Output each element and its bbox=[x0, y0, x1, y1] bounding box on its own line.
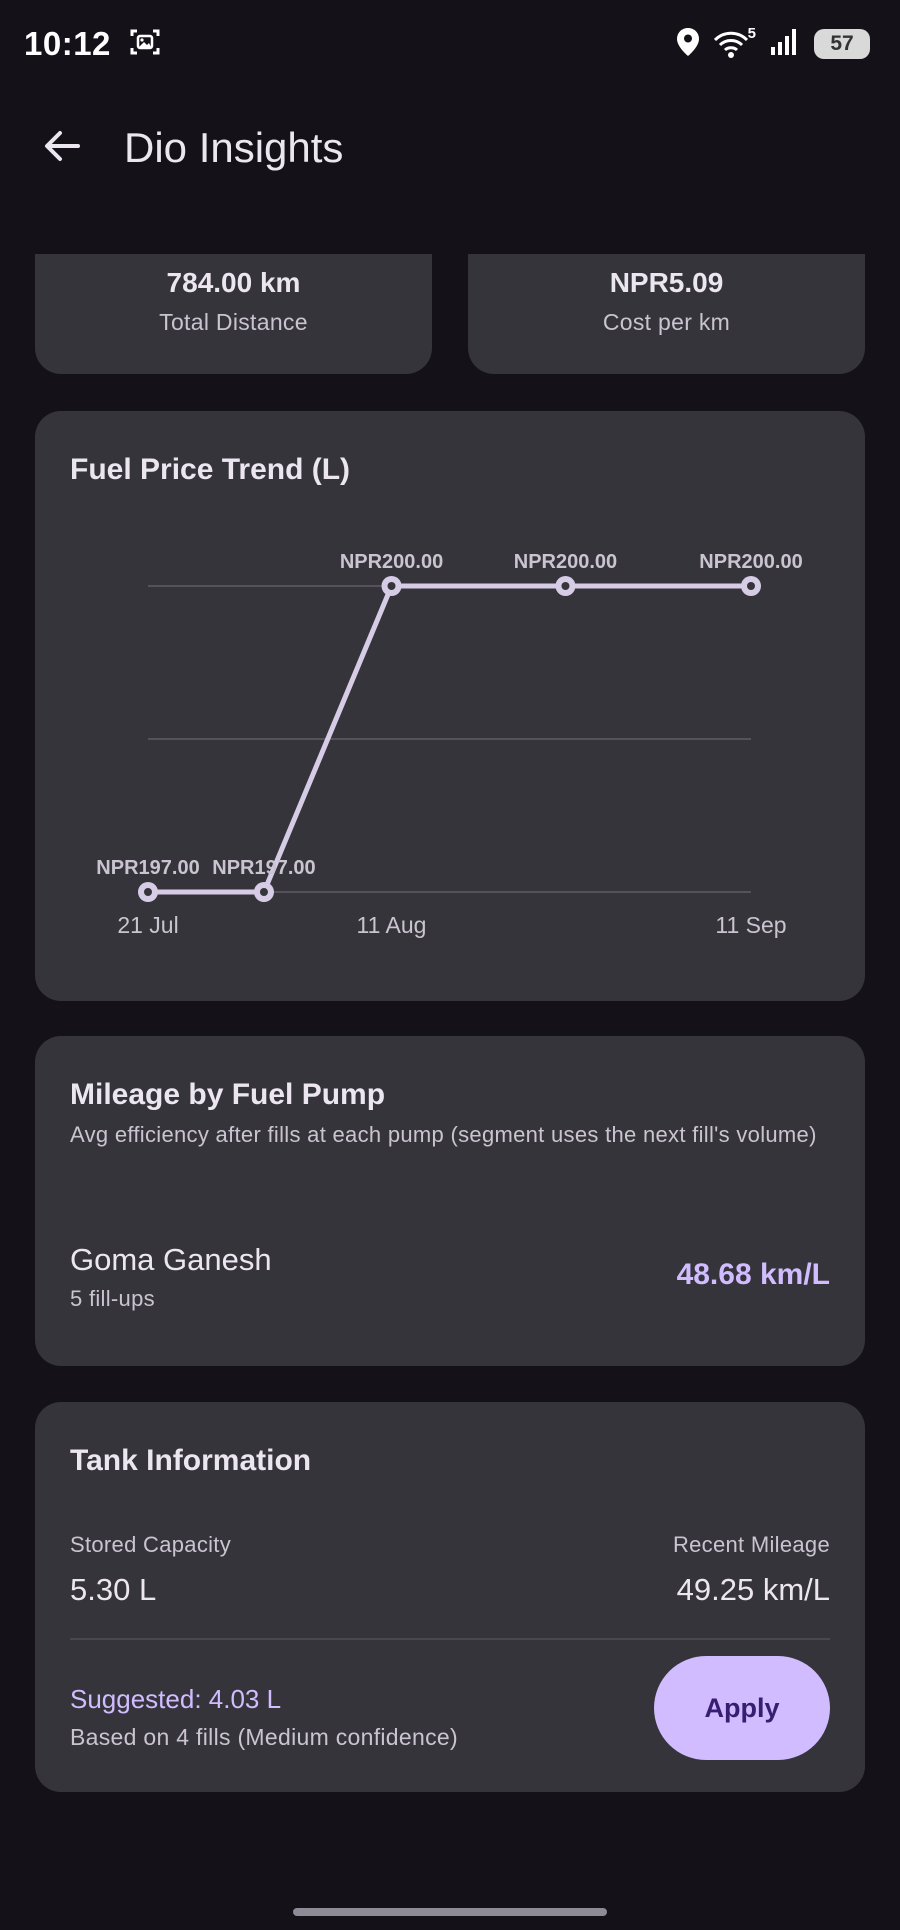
stored-capacity-value: 5.30 L bbox=[70, 1572, 157, 1607]
pump-name: Goma Ganesh bbox=[70, 1242, 272, 1277]
home-indicator[interactable] bbox=[293, 1908, 607, 1916]
app-bar: Dio Insights bbox=[0, 104, 900, 192]
mileage-by-pump-card: Mileage by Fuel Pump Avg efficiency afte… bbox=[35, 1036, 865, 1366]
cost-per-km-card: NPR5.09 Cost per km bbox=[468, 254, 865, 374]
battery-icon: 57 bbox=[814, 29, 870, 59]
status-bar: 10:12 5 57 bbox=[0, 0, 900, 88]
data-point-center bbox=[561, 582, 570, 590]
x-tick-label: 11 Aug bbox=[357, 912, 427, 938]
data-point-center bbox=[144, 888, 152, 896]
status-right: 5 57 bbox=[676, 25, 870, 62]
pump-fill-count: 5 fill-ups bbox=[70, 1286, 155, 1311]
back-button[interactable] bbox=[22, 108, 102, 188]
arrow-back-icon bbox=[42, 126, 82, 171]
suggestion-basis: Based on 4 fills (Medium confidence) bbox=[70, 1724, 458, 1750]
x-tick-label: 11 Sep bbox=[715, 912, 786, 938]
wifi-badge: 5 bbox=[747, 25, 756, 42]
data-point-center bbox=[747, 582, 755, 590]
recent-mileage-value: 49.25 km/L bbox=[676, 1572, 830, 1607]
data-label: NPR200.00 bbox=[340, 551, 443, 573]
status-left: 10:12 bbox=[24, 25, 161, 63]
insights-scroll-area[interactable]: 784.00 km Total Distance NPR5.09 Cost pe… bbox=[0, 254, 900, 1894]
stat-label: Total Distance bbox=[159, 309, 308, 335]
apply-button[interactable]: Apply bbox=[654, 1656, 830, 1760]
x-tick-label: 21 Jul bbox=[117, 912, 178, 938]
signal-icon bbox=[770, 28, 800, 61]
stat-label: Cost per km bbox=[602, 309, 731, 335]
status-time: 10:12 bbox=[24, 25, 111, 62]
wifi-icon: 5 bbox=[714, 25, 756, 59]
stat-value: NPR5.09 bbox=[609, 267, 724, 298]
pump-card-subtitle: Avg efficiency after fills at each pump … bbox=[70, 1122, 817, 1147]
data-label: NPR200.00 bbox=[699, 551, 802, 573]
data-label: NPR197.00 bbox=[212, 857, 315, 879]
data-point-center bbox=[387, 582, 396, 590]
total-distance-card: 784.00 km Total Distance bbox=[35, 254, 432, 374]
tank-card-title: Tank Information bbox=[70, 1444, 312, 1477]
screenshot-icon bbox=[129, 26, 161, 63]
page-title: Dio Insights bbox=[124, 124, 344, 171]
pump-efficiency: 48.68 km/L bbox=[676, 1258, 830, 1291]
data-label: NPR200.00 bbox=[514, 551, 617, 573]
data-label: NPR197.00 bbox=[96, 857, 199, 879]
stored-capacity-label: Stored Capacity bbox=[70, 1532, 232, 1557]
data-point-center bbox=[259, 888, 268, 896]
recent-mileage-label: Recent Mileage bbox=[672, 1532, 830, 1557]
pump-card-title: Mileage by Fuel Pump bbox=[70, 1078, 386, 1111]
fuel-price-chart: 21 Jul 11 Aug 11 Sep NPR197.00 NPR197.00 NPR2… bbox=[96, 551, 802, 938]
stat-value: 784.00 km bbox=[166, 267, 301, 298]
tank-information-card: Tank Information Stored Capacity 5.30 L … bbox=[35, 1402, 865, 1792]
location-icon bbox=[676, 27, 700, 62]
fuel-price-trend-card: Fuel Price Trend (L) 21 Jul 11 Aug 11 Sep N… bbox=[35, 411, 865, 1001]
suggested-capacity: Suggested: 4.03 L bbox=[70, 1684, 282, 1714]
divider bbox=[70, 1638, 830, 1640]
battery-level: 57 bbox=[830, 32, 854, 55]
